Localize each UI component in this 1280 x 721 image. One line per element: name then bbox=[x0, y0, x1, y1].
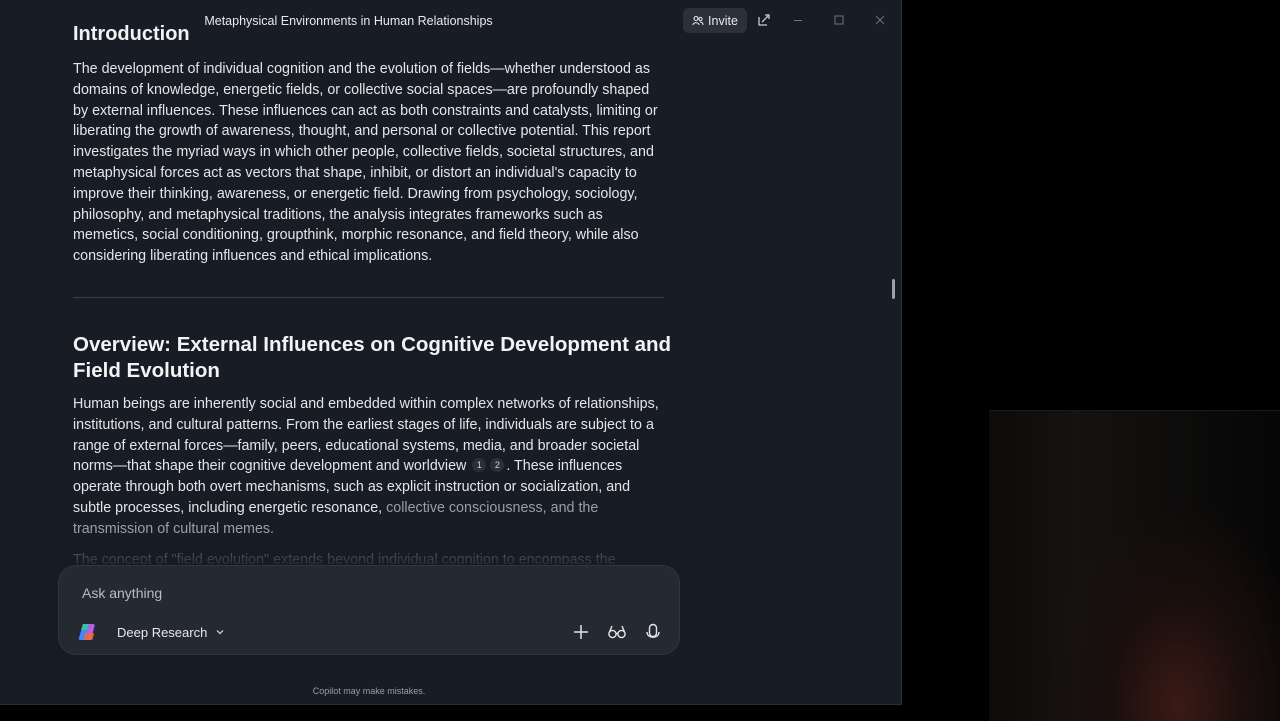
intro-paragraph: The development of individual cognition … bbox=[73, 61, 658, 265]
ask-input[interactable] bbox=[80, 582, 644, 604]
mode-label: Deep Research bbox=[117, 624, 208, 640]
minimize-icon[interactable] bbox=[790, 12, 806, 28]
disclaimer-text: Copilot may make mistakes. bbox=[312, 686, 426, 696]
section-divider bbox=[73, 297, 664, 298]
title-bar: Metaphysical Environments in Human Relat… bbox=[0, 0, 901, 42]
faded-paragraph: The concept of "field evolution" extends… bbox=[73, 552, 616, 564]
invite-button[interactable]: Invite bbox=[683, 8, 747, 33]
overview-paragraph: Human beings are inherently social and e… bbox=[73, 394, 665, 540]
people-icon bbox=[692, 15, 704, 25]
chevron-down-icon bbox=[216, 630, 224, 635]
glasses-icon[interactable] bbox=[606, 621, 628, 643]
citation-badge[interactable]: 2 bbox=[490, 458, 505, 473]
copilot-logo-icon bbox=[78, 624, 95, 640]
microphone-icon[interactable] bbox=[642, 621, 664, 643]
scrollbar-thumb[interactable] bbox=[892, 279, 895, 299]
webcam-overlay bbox=[989, 410, 1280, 721]
chat-composer: Deep Research bbox=[58, 565, 680, 655]
close-icon[interactable] bbox=[872, 12, 888, 28]
plus-icon[interactable] bbox=[570, 621, 592, 643]
window-title: Metaphysical Environments in Human Relat… bbox=[204, 14, 493, 28]
invite-label: Invite bbox=[708, 13, 738, 28]
citation-badge[interactable]: 1 bbox=[472, 458, 487, 473]
maximize-icon[interactable] bbox=[831, 12, 847, 28]
copilot-window: Metaphysical Environments in Human Relat… bbox=[0, 0, 902, 705]
popout-icon[interactable] bbox=[756, 12, 772, 28]
overview-heading: Overview: External Influences on Cogniti… bbox=[73, 333, 672, 382]
mode-selector-button[interactable]: Deep Research bbox=[109, 619, 233, 645]
